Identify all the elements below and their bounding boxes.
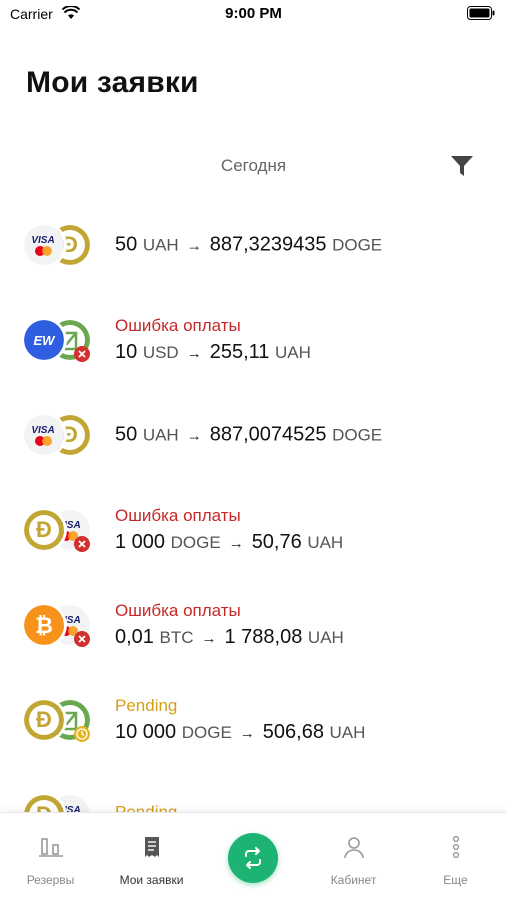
order-status: Pending <box>115 696 178 715</box>
order-row[interactable]: VISA ₿ Ошибка оплаты 0,01 BTC → 1 788,08 UAH <box>0 585 507 665</box>
svg-text:Ð: Ð <box>36 517 52 542</box>
tab-reserves[interactable]: Резервы <box>0 813 101 900</box>
currency-pair-icons: Ð VISA <box>24 225 92 265</box>
currency-pair-icons: VISA ₿ <box>24 605 92 647</box>
arrow-right-icon: → <box>186 237 202 255</box>
to-amount: 1 788,08 <box>224 626 303 648</box>
status-bar: Carrier 9:00 PM <box>0 0 507 28</box>
exchange-arrows-icon <box>245 847 261 869</box>
svg-text:₿: ₿ <box>35 613 53 638</box>
btc-icon: ₿ <box>24 605 64 645</box>
arrow-right-icon: → <box>186 427 202 445</box>
currency-pair-icons: Ð VISA <box>24 415 92 455</box>
battery-icon <box>467 6 495 20</box>
to-currency: UAH <box>307 628 344 647</box>
order-row[interactable]: Ð VISA 50 UAH → 887,0074525 DOGE <box>0 395 507 475</box>
order-amounts: 50 UAH → 887,0074525 DOGE <box>115 424 382 447</box>
order-status: Ошибка оплаты <box>115 601 241 620</box>
to-currency: UAH <box>274 343 311 362</box>
from-amount: 0,01 <box>115 626 154 648</box>
tab-my-orders[interactable]: Мои заявки <box>101 813 202 900</box>
from-currency: DOGE <box>181 723 232 742</box>
order-amounts: 10 000 DOGE → 506,68 UAH <box>115 721 365 744</box>
to-amount: 887,3239435 <box>209 233 327 256</box>
doge-icon: Ð <box>24 510 64 550</box>
bar-chart-icon <box>38 838 63 857</box>
arrow-right-icon: → <box>228 535 244 552</box>
receipt-icon <box>144 837 159 857</box>
tab-more-label: Еще <box>443 873 468 887</box>
clock: 9:00 PM <box>225 5 282 22</box>
currency-pair-icons: VISAÐ <box>24 510 92 552</box>
currency-pair-icons: EW <box>24 320 92 362</box>
arrow-right-icon: → <box>186 345 202 362</box>
order-amounts: 10 USD → 255,11 UAH <box>115 341 311 364</box>
date-section-header: Сегодня <box>220 156 287 175</box>
svg-text:EW: EW <box>34 333 57 348</box>
from-currency: UAH <box>142 235 179 255</box>
from-amount: 1 000 <box>115 531 166 553</box>
arrow-right-icon: → <box>201 630 217 647</box>
order-amounts: 50 UAH → 887,3239435 DOGE <box>115 234 382 257</box>
more-dots-icon <box>452 835 459 859</box>
to-currency: DOGE <box>332 235 383 255</box>
clock-badge-icon <box>74 726 90 742</box>
from-currency: BTC <box>159 628 194 647</box>
svg-text:Ð: Ð <box>62 422 78 447</box>
tab-more[interactable]: Еще <box>405 813 506 900</box>
arrow-right-icon: → <box>239 725 255 742</box>
order-amounts: 1 000 DOGE → 50,76 UAH <box>115 531 343 554</box>
from-currency: DOGE <box>170 533 221 552</box>
tab-my-orders-label: Мои заявки <box>119 873 184 887</box>
to-amount: 50,76 <box>251 531 302 553</box>
svg-text:Ð: Ð <box>36 707 52 732</box>
doge-icon: Ð <box>24 700 64 740</box>
from-amount: 50 <box>115 233 138 256</box>
tab-cabinet[interactable]: Кабинет <box>303 813 404 900</box>
from-currency: USD <box>142 343 179 362</box>
filter-icon[interactable] <box>448 152 476 180</box>
exchange-button[interactable] <box>228 833 278 883</box>
error-badge-icon <box>74 631 90 647</box>
error-badge-icon <box>74 536 90 552</box>
visa-mastercard-icon: VISA <box>24 415 64 455</box>
from-amount: 50 <box>115 423 138 446</box>
from-amount: 10 000 <box>115 721 177 743</box>
from-currency: UAH <box>142 425 179 445</box>
svg-text:Ð: Ð <box>62 232 78 257</box>
to-amount: 255,11 <box>209 341 270 363</box>
order-row[interactable]: EW Ошибка оплаты 10 USD → 255,11 UAH <box>0 300 507 380</box>
tab-reserves-label: Резервы <box>26 873 75 887</box>
svg-text:VISA: VISA <box>31 235 54 246</box>
order-status: Ошибка оплаты <box>115 506 241 525</box>
svg-text:VISA: VISA <box>31 425 54 436</box>
order-row[interactable]: Ð VISA 50 UAH → 887,3239435 DOGE <box>0 205 507 285</box>
tab-cabinet-label: Кабинет <box>330 873 377 887</box>
currency-pair-icons: Ð <box>24 700 92 742</box>
to-amount: 506,68 <box>262 721 324 743</box>
user-icon <box>343 837 364 859</box>
to-currency: UAH <box>307 533 344 552</box>
order-row[interactable]: Ð Pending 10 000 DOGE → 506,68 UAH <box>0 680 507 760</box>
error-badge-icon <box>74 346 90 362</box>
page-title: Мои заявки <box>26 66 199 99</box>
to-currency: UAH <box>329 723 366 742</box>
order-status: Ошибка оплаты <box>115 316 241 335</box>
to-currency: DOGE <box>332 425 383 445</box>
order-row[interactable]: VISA Ð Ошибка оплаты 1 000 DOGE → 50,76 UAH <box>0 490 507 570</box>
order-amounts: 0,01 BTC → 1 788,08 UAH <box>115 626 344 649</box>
from-amount: 10 <box>115 341 138 363</box>
ew-icon: EW <box>24 320 64 360</box>
to-amount: 887,0074525 <box>209 423 327 446</box>
visa-mastercard-icon: VISA <box>24 225 64 265</box>
tab-bar: Резервы Мои заявки Кабинет Еще <box>0 812 507 900</box>
